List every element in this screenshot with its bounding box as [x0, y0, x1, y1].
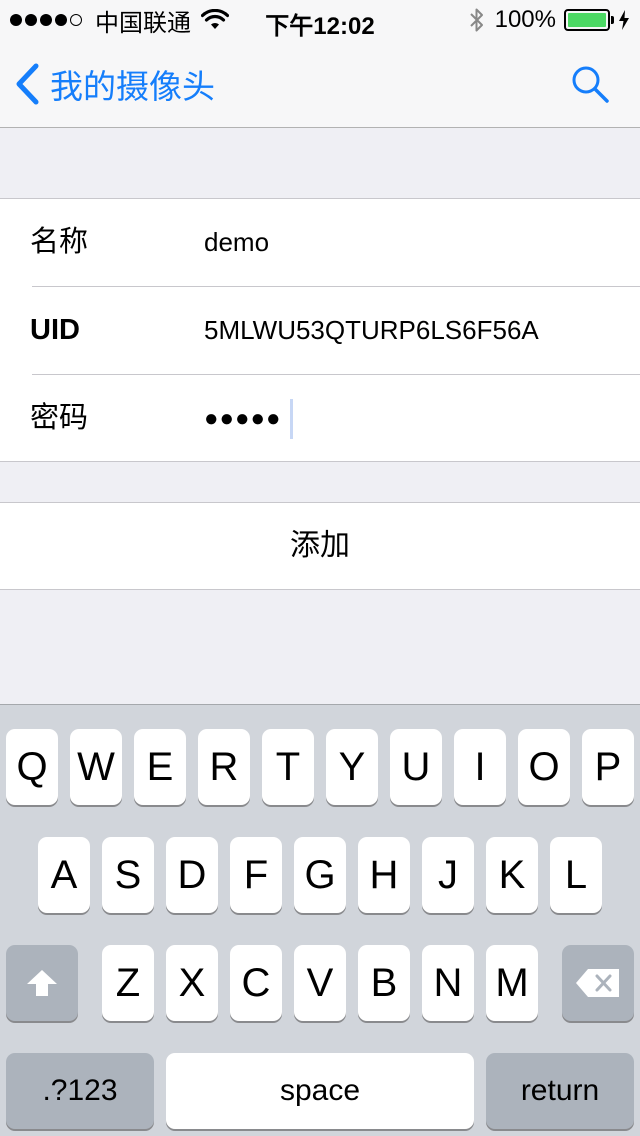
key-p[interactable]: P [582, 729, 634, 805]
signal-strength-icon [10, 14, 85, 26]
key-f[interactable]: F [230, 837, 282, 913]
key-r[interactable]: R [198, 729, 250, 805]
key-y[interactable]: Y [326, 729, 378, 805]
key-k[interactable]: K [486, 837, 538, 913]
key-s[interactable]: S [102, 837, 154, 913]
key-d[interactable]: D [166, 837, 218, 913]
delete-key[interactable] [562, 945, 634, 1021]
uid-label: UID [30, 314, 80, 346]
back-button[interactable]: 我的摄像头 [14, 62, 215, 106]
numbers-key[interactable]: .?123 [6, 1053, 154, 1129]
key-l[interactable]: L [550, 837, 602, 913]
password-label: 密码 [30, 402, 89, 434]
bluetooth-icon [469, 8, 483, 32]
signal-dot [55, 14, 67, 26]
backspace-icon [576, 969, 619, 997]
back-button-label: 我的摄像头 [50, 68, 215, 105]
space-key[interactable]: space [166, 1053, 474, 1129]
keyboard: .?123 space return QWERTYUIOP ASDFGHJKL ZX… [0, 704, 640, 1136]
key-j[interactable]: J [422, 837, 474, 913]
status-left: 中国联通 [10, 6, 229, 37]
search-icon[interactable] [570, 64, 610, 104]
key-n[interactable]: N [422, 945, 474, 1021]
key-t[interactable]: T [262, 729, 314, 805]
return-key[interactable]: return [486, 1053, 634, 1129]
signal-dot [10, 14, 22, 26]
key-u[interactable]: U [390, 729, 442, 805]
shift-arrow-icon [27, 970, 57, 996]
status-bar: 中国联通 下午12:02 100% [0, 0, 640, 40]
name-row: 名称 demo [0, 199, 640, 286]
shift-key[interactable] [6, 945, 78, 1021]
key-q[interactable]: Q [6, 729, 58, 805]
key-a[interactable]: A [38, 837, 90, 913]
camera-form: 名称 demo UID 5MLWU53QTURP6LS6F56A 密码 ●●●●… [0, 198, 640, 462]
signal-dot-empty [70, 14, 82, 26]
key-g[interactable]: G [294, 837, 346, 913]
chevron-left-icon [16, 63, 39, 105]
key-b[interactable]: B [358, 945, 410, 1021]
name-label: 名称 [30, 226, 89, 258]
add-button[interactable]: 添加 [0, 502, 640, 590]
key-h[interactable]: H [358, 837, 410, 913]
battery-cap [611, 16, 614, 24]
key-c[interactable]: C [230, 945, 282, 1021]
battery-fill [568, 13, 606, 27]
key-e[interactable]: E [134, 729, 186, 805]
carrier-name: 中国联通 [95, 9, 191, 37]
battery-icon [564, 9, 610, 31]
key-v[interactable]: V [294, 945, 346, 1021]
signal-dot [25, 14, 37, 26]
key-o[interactable]: O [518, 729, 570, 805]
key-i[interactable]: I [454, 729, 506, 805]
uid-field[interactable]: 5MLWU53QTURP6LS6F56A [204, 287, 539, 374]
key-m[interactable]: M [486, 945, 538, 1021]
key-z[interactable]: Z [102, 945, 154, 1021]
battery-percent: 100% [494, 6, 556, 33]
name-field[interactable]: demo [204, 199, 269, 286]
password-field[interactable]: ●●●●● [204, 375, 281, 462]
text-cursor [290, 399, 293, 439]
status-right: 100% [469, 6, 630, 34]
navigation-bar: 我的摄像头 [0, 40, 640, 128]
signal-dot [40, 14, 52, 26]
charging-bolt-icon [619, 10, 629, 30]
key-w[interactable]: W [70, 729, 122, 805]
uid-row: UID 5MLWU53QTURP6LS6F56A [0, 287, 640, 374]
wifi-icon [201, 9, 229, 29]
password-row: 密码 ●●●●● [0, 375, 640, 462]
key-x[interactable]: X [166, 945, 218, 1021]
